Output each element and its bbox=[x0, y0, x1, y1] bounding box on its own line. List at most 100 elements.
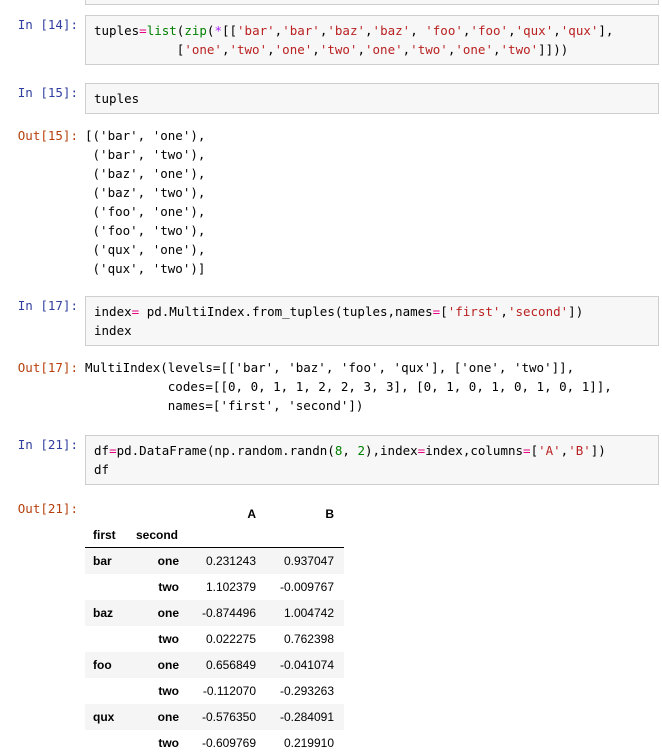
cell-value-B: -0.284091 bbox=[279, 709, 334, 724]
code-token: , bbox=[267, 42, 275, 57]
code-editor-15[interactable]: tuples bbox=[85, 83, 659, 114]
code-token: , bbox=[357, 42, 365, 57]
code-token: index,columns bbox=[425, 443, 524, 458]
code-token: , bbox=[500, 304, 508, 319]
code-token: , bbox=[410, 23, 426, 38]
code-token: df bbox=[94, 462, 110, 477]
cell-value-A: -0.609769 bbox=[201, 735, 256, 750]
cell-value-B: 0.937047 bbox=[283, 553, 334, 568]
code-token: tuples bbox=[94, 91, 140, 106]
code-token: 'qux' bbox=[560, 23, 599, 38]
code-token: 'one' bbox=[455, 42, 493, 57]
code-token: df bbox=[94, 443, 110, 458]
index-row-blank-B bbox=[266, 524, 344, 548]
code-token: pd.DataFrame(np.random.randn( bbox=[116, 443, 335, 458]
column-header-B: B bbox=[325, 507, 334, 521]
row-index-first: foo bbox=[93, 657, 112, 672]
code-token: 'bar' bbox=[237, 23, 275, 38]
index-name-row: first second bbox=[85, 524, 344, 548]
row-index-second: one bbox=[157, 553, 179, 568]
cell-value-B: -0.009767 bbox=[279, 579, 334, 594]
code-token: 'A' bbox=[538, 443, 561, 458]
table-row: foo one 0.656849 -0.041074 bbox=[85, 651, 344, 678]
code-token: ),index bbox=[364, 443, 418, 458]
column-header-A: A bbox=[247, 507, 256, 521]
input-prompt-21: In [21]: bbox=[17, 437, 78, 452]
cell-value-A: -0.874496 bbox=[201, 605, 256, 620]
code-token: 'two' bbox=[229, 42, 268, 57]
code-cell-in-17: In [17]: index= pd.MultiIndex.from_tuple… bbox=[0, 296, 662, 346]
code-token: 2 bbox=[357, 443, 365, 458]
output-prompt-15: Out[15]: bbox=[17, 128, 78, 143]
column-header-row: A B bbox=[85, 501, 344, 524]
input-prompt-17: In [17]: bbox=[17, 298, 78, 313]
dataframe-head: A B first second bbox=[85, 501, 344, 548]
code-token: zip bbox=[184, 23, 207, 38]
row-index-first: bar bbox=[93, 553, 112, 568]
input-prompt-15: In [15]: bbox=[17, 85, 78, 100]
code-token: , bbox=[508, 23, 516, 38]
code-token: , bbox=[342, 443, 358, 458]
code-editor-21[interactable]: df=pd.DataFrame(np.random.randn(8, 2),in… bbox=[85, 435, 659, 485]
code-editor-17[interactable]: index= pd.MultiIndex.from_tuples(tuples,… bbox=[85, 296, 659, 346]
input-prompt-14: In [14]: bbox=[17, 17, 78, 32]
code-token: ]) bbox=[590, 443, 606, 458]
cell-value-B: -0.293263 bbox=[279, 683, 334, 698]
code-token: 'two' bbox=[319, 42, 358, 57]
code-token: index bbox=[94, 323, 132, 338]
output-text-15: [('bar', 'one'), ('bar', 'two'), ('baz',… bbox=[85, 128, 206, 276]
cell-value-A: 0.656849 bbox=[205, 657, 256, 672]
output-prompt-17: Out[17]: bbox=[17, 360, 78, 375]
code-token: 'B' bbox=[568, 443, 591, 458]
code-token: , bbox=[365, 23, 373, 38]
index-name-second: second bbox=[128, 524, 188, 548]
code-token: 'one' bbox=[184, 42, 222, 57]
row-index-first bbox=[85, 626, 128, 652]
table-row: qux one -0.576350 -0.284091 bbox=[85, 703, 344, 730]
code-cell-in-14: In [14]: tuples=list(zip(*[['bar','bar',… bbox=[0, 15, 662, 65]
table-row: two 0.022275 0.762398 bbox=[85, 625, 344, 652]
code-token: [ bbox=[530, 443, 539, 458]
notebook-container: In [14]: tuples=list(zip(*[['bar','bar',… bbox=[0, 0, 662, 756]
code-token: 'qux' bbox=[515, 23, 554, 38]
cell-value-A: -0.576350 bbox=[201, 709, 256, 724]
cell-value-A: 0.022275 bbox=[205, 631, 256, 646]
previous-cell-stub bbox=[0, 0, 662, 5]
code-cell-in-15: In [15]: tuples bbox=[0, 83, 662, 114]
code-token: 'one' bbox=[365, 42, 403, 57]
row-index-second: two bbox=[158, 579, 179, 594]
table-row: bar one 0.231243 0.937047 bbox=[85, 547, 344, 574]
row-index-first bbox=[85, 678, 128, 704]
code-token: 'baz' bbox=[372, 23, 411, 38]
code-token: , bbox=[492, 42, 501, 57]
output-cell-out-15: Out[15]: [('bar', 'one'), ('bar', 'two')… bbox=[0, 126, 662, 278]
code-token: , bbox=[312, 42, 320, 57]
table-row: two -0.609769 0.219910 bbox=[85, 729, 344, 756]
row-index-second: one bbox=[157, 657, 179, 672]
cell-value-B: 0.762398 bbox=[283, 631, 334, 646]
code-token: , bbox=[553, 23, 561, 38]
code-editor-14[interactable]: tuples=list(zip(*[['bar','bar','baz','ba… bbox=[85, 15, 659, 65]
cell-value-B: -0.041074 bbox=[279, 657, 334, 672]
code-token: 'foo' bbox=[470, 23, 509, 38]
table-row: two 1.102379 -0.009767 bbox=[85, 573, 344, 600]
dataframe-table: A B first second bar one 0.231243 0.937047 t… bbox=[85, 501, 344, 756]
row-index-first bbox=[85, 574, 128, 600]
row-index-second: one bbox=[157, 605, 179, 620]
stub-input-box[interactable] bbox=[85, 0, 659, 5]
row-index-second: two bbox=[158, 683, 179, 698]
row-index-first bbox=[85, 730, 128, 756]
code-token: = bbox=[523, 443, 531, 458]
dataframe-output: A B first second bar one 0.231243 0.937047 t… bbox=[85, 499, 662, 756]
code-token: 'bar' bbox=[282, 23, 320, 38]
code-token: index bbox=[94, 304, 132, 319]
table-row: baz one -0.874496 1.004742 bbox=[85, 599, 344, 626]
code-token: 'two' bbox=[410, 42, 448, 57]
code-token: 'two' bbox=[500, 42, 539, 57]
row-index-second: one bbox=[157, 709, 179, 724]
code-token: * bbox=[214, 23, 222, 38]
dataframe-body: bar one 0.231243 0.937047 two 1.102379 -0.0097… bbox=[85, 547, 344, 756]
code-token: 'second' bbox=[507, 304, 569, 319]
output-cell-out-21: Out[21]: A B first second bar one 0.2312… bbox=[0, 499, 662, 756]
output-text-17: MultiIndex(levels=[['bar', 'baz', 'foo',… bbox=[85, 360, 612, 413]
